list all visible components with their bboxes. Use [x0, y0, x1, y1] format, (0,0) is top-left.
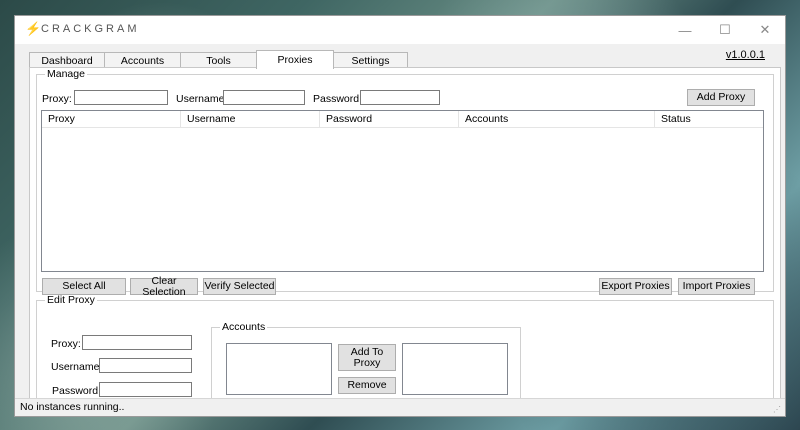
version-link[interactable]: v1.0.0.1 [726, 49, 765, 61]
assigned-accounts-list[interactable] [402, 343, 508, 395]
password-label: Password: [313, 93, 363, 105]
available-accounts-list[interactable] [226, 343, 332, 395]
manage-legend: Manage [47, 68, 85, 80]
column-header-proxy[interactable]: Proxy [42, 111, 181, 127]
edit-proxy-legend: Edit Proxy [47, 294, 95, 306]
status-bar: No instances running.. ⋰ [15, 398, 785, 416]
status-text: No instances running.. [20, 401, 125, 413]
clear-selection-button[interactable]: Clear Selection [130, 275, 198, 297]
window-title: CRACKGRAM [41, 23, 140, 35]
password-input[interactable] [360, 90, 440, 105]
resize-grip-icon[interactable]: ⋰ [773, 405, 781, 414]
edit-username-input[interactable] [99, 358, 192, 373]
column-header-status[interactable]: Status [655, 111, 763, 127]
app-window: ⚡ CRACKGRAM — ☐ ✕ Dashboard Accounts Too… [14, 15, 786, 417]
edit-password-label: Password: [52, 385, 102, 397]
tab-proxies[interactable]: Proxies [256, 50, 334, 69]
add-proxy-button[interactable]: Add Proxy [687, 89, 755, 106]
tab-settings[interactable]: Settings [333, 52, 408, 68]
lightning-icon: ⚡ [25, 21, 42, 36]
tab-dashboard[interactable]: Dashboard [29, 52, 105, 68]
close-button[interactable]: ✕ [745, 16, 785, 44]
proxy-label: Proxy: [42, 93, 72, 105]
proxies-tab-page: Manage Proxy: Username: Password: Add Pr… [29, 67, 781, 407]
maximize-button[interactable]: ☐ [705, 16, 745, 44]
verify-selected-button[interactable]: Verify Selected [203, 278, 276, 295]
accounts-legend: Accounts [222, 321, 266, 333]
proxy-table[interactable]: Proxy Username Password Accounts Status [41, 110, 764, 272]
username-input[interactable] [223, 90, 305, 105]
tab-tools[interactable]: Tools [180, 52, 257, 68]
tab-strip: Dashboard Accounts Tools Proxies Setting… [29, 50, 408, 69]
column-header-password[interactable]: Password [320, 111, 459, 127]
username-label: Username: [176, 93, 228, 105]
edit-password-input[interactable] [99, 382, 192, 397]
tab-accounts[interactable]: Accounts [104, 52, 181, 68]
proxy-input[interactable] [74, 90, 168, 105]
select-all-button[interactable]: Select All [42, 278, 126, 295]
minimize-button[interactable]: — [665, 16, 705, 44]
edit-proxy-label: Proxy: [51, 338, 81, 350]
window-controls: — ☐ ✕ [665, 16, 785, 44]
edit-username-label: Username: [51, 361, 103, 373]
add-to-proxy-button[interactable]: Add To Proxy [338, 344, 396, 371]
import-proxies-button[interactable]: Import Proxies [678, 278, 755, 295]
column-header-accounts[interactable]: Accounts [459, 111, 655, 127]
title-bar: ⚡ CRACKGRAM — ☐ ✕ [15, 16, 785, 44]
proxy-table-header: Proxy Username Password Accounts Status [42, 111, 763, 128]
edit-proxy-input[interactable] [82, 335, 192, 350]
remove-button[interactable]: Remove [338, 377, 396, 394]
column-header-username[interactable]: Username [181, 111, 320, 127]
export-proxies-button[interactable]: Export Proxies [599, 278, 672, 295]
